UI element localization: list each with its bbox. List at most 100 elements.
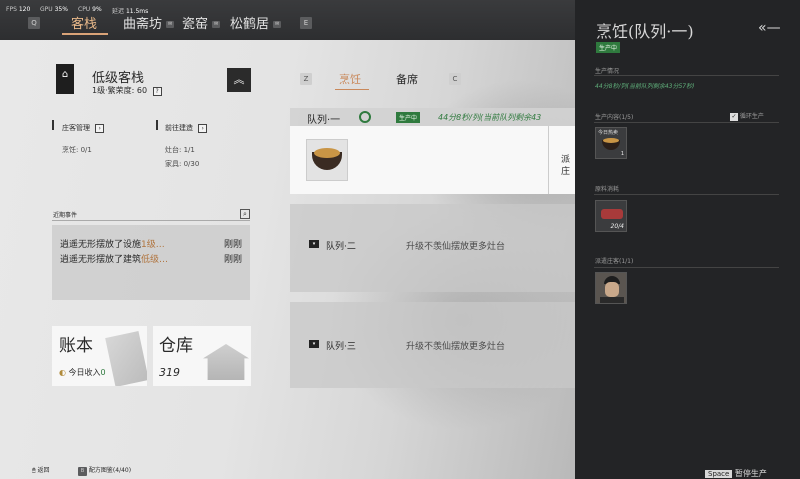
inn-level-text: 1级·繁荣度: 60	[92, 86, 148, 95]
warehouse-title: 仓库	[159, 336, 193, 356]
divider	[52, 220, 250, 221]
today-income-value: 0	[100, 368, 106, 377]
tab-kiln[interactable]: 瓷窑 ✉	[182, 13, 221, 32]
pause-production-label: 暂停生产	[734, 469, 767, 478]
gpu-label: GPU	[40, 6, 53, 13]
divider	[594, 122, 779, 123]
inn-banner-icon: ⌂	[56, 64, 74, 94]
cpu-value: 9%	[92, 6, 102, 13]
queue-three-title: 队列·三	[326, 342, 356, 352]
dish-count: 1	[620, 151, 624, 157]
warehouse-card[interactable]: 仓库 319	[153, 326, 251, 386]
inn-level: 1级·繁荣度: 60 ?	[92, 85, 162, 96]
queue-three-card[interactable]: ▾ 队列·三 升级不羡仙摆放更多灶台	[290, 302, 575, 388]
face-shape	[605, 282, 619, 297]
double-chevron-up-icon: ︽	[233, 73, 245, 86]
events-title: 近期事件	[53, 212, 78, 219]
section-marker	[156, 120, 158, 130]
tab-song-he-ju-label: 松鹤居	[230, 17, 270, 32]
inn-name: 低级客栈	[92, 71, 145, 86]
panel-title: 烹饪(队列·一)	[596, 22, 694, 41]
go-build-link[interactable]: 前往建造 ›	[165, 123, 208, 133]
production-title: 生产情况	[595, 68, 620, 75]
upgrade-button[interactable]: ︽	[227, 68, 251, 92]
robe-shape	[600, 297, 624, 303]
event-item: 逍遥无形摆放了建筑低级…	[60, 252, 168, 265]
queue-two-card[interactable]: ▾ 队列·二 升级不羡仙摆放更多灶台	[290, 204, 575, 292]
material-slot[interactable]: 20/4	[595, 200, 627, 232]
lock-icon: ▾	[309, 340, 319, 348]
divider	[594, 267, 779, 268]
warehouse-count: 319	[159, 366, 180, 379]
event-highlight: 1级…	[141, 240, 165, 250]
gpu-value: 35%	[54, 6, 68, 13]
queue-one-title: 队列·一	[307, 115, 341, 126]
queue-one-header[interactable]: 队列·一 生产中 44分8秒/列(当前队列剩余43	[290, 108, 575, 126]
coin-icon: ◐	[59, 368, 66, 377]
today-income-label: 今日收入	[68, 368, 101, 377]
divider	[594, 75, 779, 76]
manage-workers-link[interactable]: 庄客管理 ›	[62, 123, 105, 133]
ledger-card[interactable]: 账本 ◐ 今日收入0	[52, 326, 147, 386]
events-panel: 逍遥无形摆放了设施1级… 刚刚 逍遥无形摆放了建筑低级… 刚刚	[52, 225, 250, 300]
search-icon[interactable]: ⌕	[240, 209, 250, 219]
tab-notice-icon: ✉	[273, 21, 282, 28]
cpu-readout: CPU 9%	[78, 6, 102, 13]
arrow-right-icon: ›	[95, 124, 105, 133]
today-income: ◐ 今日收入0	[59, 367, 106, 378]
tab-inn[interactable]: 客栈	[71, 13, 97, 32]
event-time: 刚刚	[224, 240, 243, 250]
dish-label: 今日热卖	[598, 130, 619, 136]
loop-production-label: 循环生产	[739, 113, 764, 120]
divider	[594, 194, 779, 195]
stove-count: 灶台: 1/1	[165, 146, 195, 154]
worker-avatar[interactable]	[595, 272, 627, 304]
nav-next-key[interactable]: E	[300, 17, 312, 29]
producing-badge: 生产中	[396, 112, 421, 123]
pause-production-button[interactable]: Space 暂停生产	[705, 468, 767, 479]
event-item: 逍遥无形摆放了设施1级…	[60, 237, 165, 250]
event-highlight: 低级…	[141, 255, 169, 265]
panel-status-badge: 生产中	[596, 42, 621, 53]
content-title: 生产内容(1/5)	[595, 114, 634, 121]
queue-two-title: 队列·二	[326, 242, 356, 252]
double-chevron-left-icon: «—	[758, 20, 781, 36]
space-key: Space	[705, 470, 733, 478]
recipe-key-icon: B	[78, 467, 87, 476]
tab-prev-key[interactable]: Z	[300, 73, 312, 85]
back-label: 返回	[37, 467, 50, 474]
queue-two-hint: 升级不羡仙摆放更多灶台	[406, 242, 506, 252]
worker-title: 派遣庄客(1/1)	[595, 258, 634, 265]
help-button[interactable]: ?	[152, 87, 162, 96]
recipe-catalog-button[interactable]: B 配方图鉴(4/40)	[78, 465, 131, 476]
ledger-book-illustration	[105, 331, 147, 386]
cpu-label: CPU	[78, 6, 91, 13]
dish-slot[interactable]	[306, 139, 348, 181]
tab-qu-zhai-fang[interactable]: 曲斋坊 ✉	[123, 13, 175, 32]
go-build-label: 前往建造	[165, 124, 193, 132]
main-area: ⌂ 低级客栈 1级·繁荣度: 60 ? ︽ 庄客管理 › 烹饪: 0/1 前往建…	[0, 40, 575, 479]
cooking-progress-icon	[359, 111, 371, 123]
tab-song-he-ju[interactable]: 松鹤居 ✉	[230, 13, 282, 32]
material-title: 原料消耗	[595, 186, 620, 193]
tab-next-key[interactable]: C	[449, 73, 461, 85]
tab-cook[interactable]: 烹饪	[339, 71, 361, 87]
tab-notice-icon: ✉	[166, 21, 175, 28]
warehouse-illustration	[203, 344, 249, 380]
production-status: 44分8秒/列(当前队列剩余43分57秒)	[595, 83, 695, 90]
close-panel-button[interactable]: «—	[758, 20, 781, 36]
nav-prev-key[interactable]: Q	[28, 17, 40, 29]
production-dish-slot[interactable]: 今日热卖 1	[595, 127, 627, 159]
event-text: 逍遥无形摆放了设施	[60, 240, 142, 250]
stew-icon	[314, 148, 340, 158]
recipe-catalog-label: 配方图鉴(4/40)	[88, 467, 132, 474]
back-button[interactable]: 🖱 返回	[32, 465, 50, 475]
tab-prepare-banquet[interactable]: 备席	[396, 71, 418, 87]
arrow-right-icon: ›	[198, 124, 208, 133]
checkbox-checked-icon: ✓	[730, 113, 738, 121]
gpu-readout: GPU 35%	[40, 6, 68, 13]
queue-one-body: 派 庄	[290, 126, 575, 194]
tab-qu-zhai-fang-label: 曲斋坊	[123, 17, 163, 32]
loop-production-toggle[interactable]: ✓ 循环生产	[730, 111, 764, 121]
inn-banner-glyph: ⌂	[61, 69, 69, 80]
